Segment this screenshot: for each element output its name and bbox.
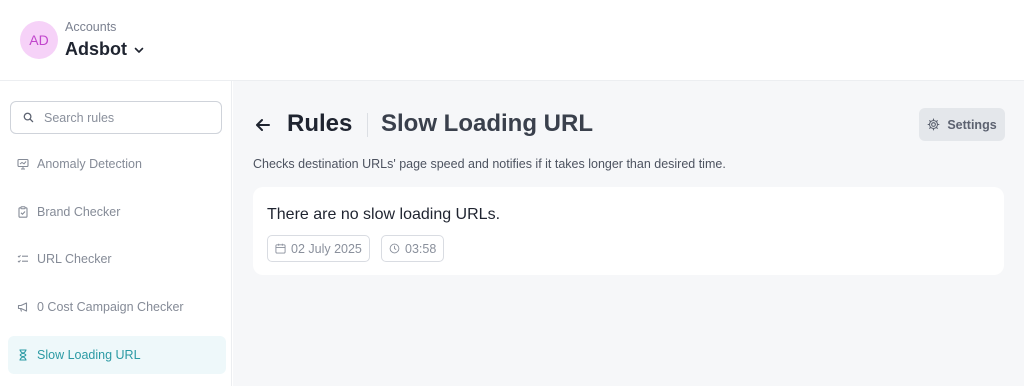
search-icon <box>23 112 34 123</box>
search-input[interactable] <box>44 110 204 125</box>
clipboard-check-icon <box>17 206 29 218</box>
result-message: There are no slow loading URLs. <box>267 206 501 223</box>
date-text: 02 July 2025 <box>291 241 362 256</box>
result-card: There are no slow loading URLs. 02 July … <box>253 187 1004 275</box>
account-name: Adsbot <box>65 39 127 59</box>
settings-button[interactable]: Settings <box>919 108 1005 141</box>
search-box[interactable] <box>10 101 222 134</box>
sidebar-item-label: URL Checker <box>37 252 112 266</box>
avatar[interactable]: AD <box>20 21 58 59</box>
chart-monitor-icon <box>17 158 29 170</box>
sidebar-item-label: Brand Checker <box>37 205 121 219</box>
accounts-label: Accounts <box>65 20 117 34</box>
megaphone-icon <box>17 301 29 313</box>
page-title: Rules <box>287 110 353 137</box>
main-content: Rules Slow Loading URL Settings Checks d… <box>233 81 1024 386</box>
hourglass-icon <box>17 349 29 361</box>
clock-icon <box>389 243 400 254</box>
chevron-down-icon <box>133 44 145 56</box>
time-text: 03:58 <box>405 241 437 256</box>
sidebar-item-label: Slow Loading URL <box>37 348 141 362</box>
sidebar-item-anomaly-detection[interactable]: Anomaly Detection <box>8 145 226 183</box>
sidebar: Anomaly Detection Brand Checker URL Chec… <box>0 81 232 386</box>
top-header: AD Accounts Adsbot <box>0 0 1024 81</box>
time-badge: 03:58 <box>381 235 445 262</box>
sidebar-item-label: Anomaly Detection <box>37 157 142 171</box>
sidebar-item-brand-checker[interactable]: Brand Checker <box>8 193 226 231</box>
rule-title: Slow Loading URL <box>381 110 593 137</box>
sidebar-item-slow-loading-url[interactable]: Slow Loading URL <box>8 336 226 374</box>
title-divider <box>367 113 368 137</box>
gear-icon <box>927 118 940 131</box>
sidebar-item-url-checker[interactable]: URL Checker <box>8 240 226 278</box>
settings-label: Settings <box>947 117 997 132</box>
checklist-icon <box>17 253 29 265</box>
calendar-icon <box>275 243 286 254</box>
sidebar-item-label: 0 Cost Campaign Checker <box>37 300 184 314</box>
account-switcher[interactable]: Adsbot <box>65 39 145 60</box>
back-arrow-icon[interactable] <box>253 115 273 135</box>
sidebar-item-0-cost-campaign-checker[interactable]: 0 Cost Campaign Checker <box>8 288 226 326</box>
date-badge: 02 July 2025 <box>267 235 370 262</box>
rule-description: Checks destination URLs' page speed and … <box>253 157 726 171</box>
